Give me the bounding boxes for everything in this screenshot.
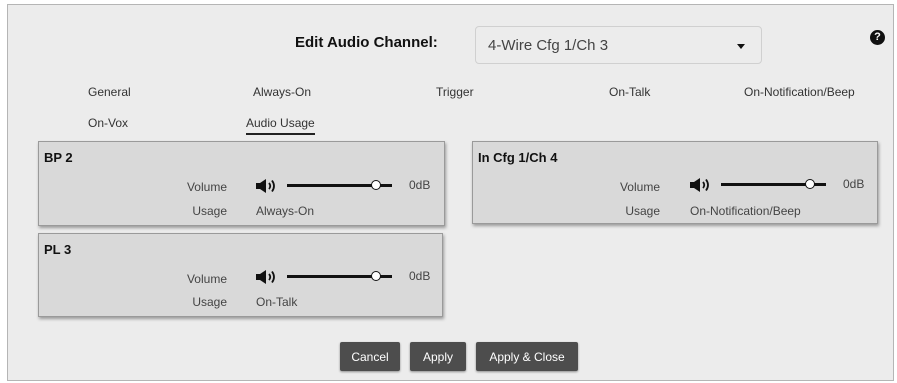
channel-select[interactable]: 4-Wire Cfg 1/Ch 3 [475, 26, 762, 64]
tab-on-talk[interactable]: On-Talk [609, 85, 650, 99]
card-title: BP 2 [44, 150, 73, 165]
volume-slider-thumb[interactable] [371, 271, 382, 281]
usage-label: Usage [625, 204, 660, 218]
volume-value: 0dB [409, 269, 431, 283]
volume-slider[interactable] [721, 179, 826, 190]
tab-trigger[interactable]: Trigger [436, 85, 474, 99]
speaker-icon[interactable] [255, 268, 281, 286]
usage-card-bp-2: BP 2 Volume 0dB Usage Always-On [38, 141, 445, 226]
volume-slider-thumb[interactable] [371, 180, 382, 190]
tab-always-on[interactable]: Always-On [253, 85, 311, 99]
speaker-icon[interactable] [255, 177, 281, 195]
usage-value: On-Notification/Beep [690, 204, 801, 218]
tab-on-notification-beep[interactable]: On-Notification/Beep [744, 85, 855, 99]
volume-slider[interactable] [287, 180, 392, 191]
tab-general[interactable]: General [88, 85, 131, 99]
apply-button[interactable]: Apply [410, 342, 466, 371]
apply-and-close-button[interactable]: Apply & Close [476, 342, 578, 371]
speaker-icon[interactable] [689, 176, 715, 194]
cancel-button[interactable]: Cancel [340, 342, 400, 371]
dialog-title: Edit Audio Channel: [295, 34, 438, 51]
tab-audio-usage[interactable]: Audio Usage [246, 116, 315, 135]
usage-card-in-cfg-1-ch-4: In Cfg 1/Ch 4 Volume 0dB Usage On-Notifi… [472, 141, 878, 224]
usage-label: Usage [192, 295, 227, 309]
card-title: In Cfg 1/Ch 4 [478, 150, 558, 165]
channel-select-value: 4-Wire Cfg 1/Ch 3 [488, 37, 609, 54]
usage-value: Always-On [256, 204, 315, 218]
volume-label: Volume [186, 272, 227, 286]
volume-value: 0dB [843, 177, 865, 191]
volume-label: Volume [619, 180, 660, 194]
volume-label: Volume [186, 180, 227, 194]
usage-card-pl-3: PL 3 Volume 0dB Usage On-Talk [38, 233, 443, 317]
card-title: PL 3 [44, 242, 72, 257]
volume-value: 0dB [409, 178, 431, 192]
volume-slider[interactable] [287, 271, 392, 282]
tab-on-vox[interactable]: On-Vox [88, 116, 128, 130]
volume-slider-thumb[interactable] [805, 179, 816, 189]
usage-value: On-Talk [256, 295, 298, 309]
help-icon[interactable]: ? [870, 30, 885, 45]
usage-label: Usage [192, 204, 227, 218]
chevron-down-icon [737, 44, 745, 49]
